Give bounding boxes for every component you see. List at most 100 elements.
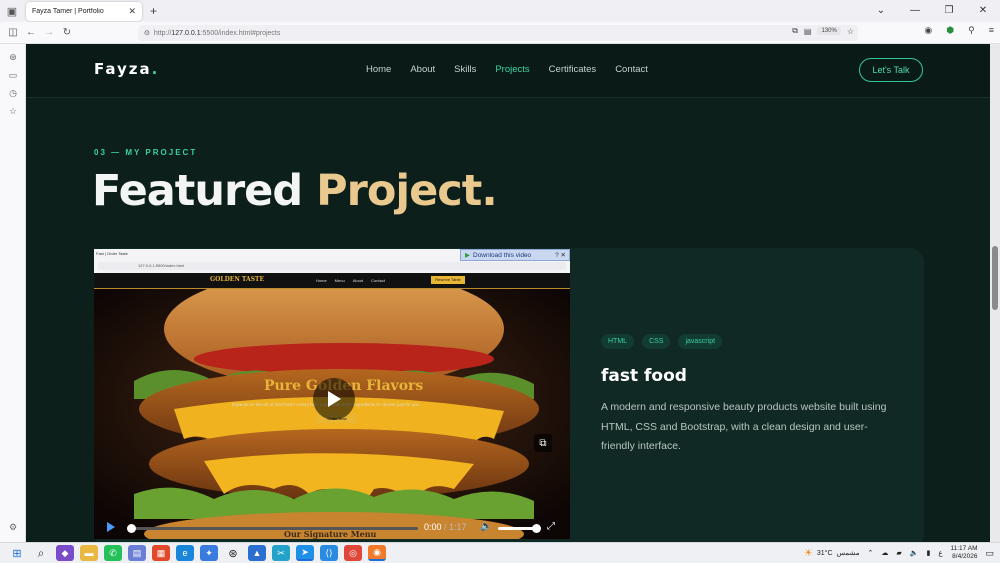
tray-chevron-icon[interactable]: ⌃ — [867, 549, 873, 557]
tab-close-icon[interactable]: ✕ — [128, 6, 136, 17]
picture-in-picture-icon[interactable]: ⧉ — [534, 434, 552, 452]
minimize-icon[interactable]: — — [898, 0, 932, 22]
project-description: A modern and responsive beauty products … — [601, 401, 887, 452]
navigation-toolbar: ◫ ← → ↻ ⊙ http://127.0.0.1:5500/index.ht… — [0, 22, 1000, 44]
page-scrollbar[interactable] — [990, 44, 1000, 542]
site-nav: Home About Skills Projects Certificates … — [366, 64, 648, 75]
video-reserve-button: Reserve Table — [431, 276, 465, 284]
telegram-icon[interactable]: ➤ — [296, 545, 314, 561]
project-title: fast food — [601, 366, 687, 386]
download-video-bar[interactable]: ▶ Download this video ? ✕ — [460, 249, 570, 261]
sidebar-toggle-icon[interactable]: ◫ — [4, 27, 22, 38]
battery-icon[interactable]: ▮ — [926, 549, 930, 557]
language-indicator[interactable]: ع — [938, 549, 942, 557]
pip-icon[interactable]: ⧉ — [792, 26, 798, 36]
onedrive-icon[interactable]: ☁ — [881, 549, 888, 557]
url-scheme: http:// — [153, 29, 172, 37]
site-info-icon[interactable]: ⊙ — [144, 29, 150, 37]
clock[interactable]: 11:17 AM 8/4/2026 — [951, 545, 978, 561]
nav-about[interactable]: About — [410, 64, 435, 75]
new-tab-icon[interactable]: + — [150, 4, 157, 18]
back-icon[interactable]: ← — [22, 27, 40, 38]
seek-knob[interactable] — [127, 524, 136, 533]
bookmarks-icon[interactable]: ☆ — [0, 102, 26, 120]
window-close-icon[interactable]: ✕ — [966, 0, 1000, 22]
sun-icon: ☀ — [803, 547, 813, 559]
video-brand: GOLDEN TASTE — [210, 276, 265, 283]
play-icon — [328, 391, 341, 407]
bookmark-star-icon[interactable]: ☆ — [847, 27, 854, 36]
extensions-puzzle-icon[interactable]: ⚲ — [968, 25, 975, 36]
windows-start-icon[interactable]: ⊞ — [8, 545, 26, 561]
network-icon[interactable]: ▰ — [896, 549, 901, 557]
video-seek-bar[interactable] — [127, 524, 418, 533]
synced-tabs-icon[interactable]: ▭ — [0, 66, 26, 84]
project-video[interactable]: Fast | Order Taste 127.0.0.1:5500/index.… — [94, 249, 570, 539]
tag-css: CSS — [642, 334, 671, 349]
reader-view-icon[interactable]: ▤ — [804, 27, 812, 36]
control-play-icon[interactable] — [106, 521, 116, 533]
tab-list-icon[interactable]: ⌄ — [864, 0, 898, 22]
nav-certificates[interactable]: Certificates — [549, 64, 597, 75]
visual-studio-icon[interactable]: ◆ — [56, 545, 74, 561]
time-separator: / — [441, 522, 450, 532]
video-nav-item: Menu — [334, 278, 345, 283]
edge-icon[interactable]: e — [176, 545, 194, 561]
snipping-icon[interactable]: ✂ — [272, 545, 290, 561]
download-bar-close-icon[interactable]: ? ✕ — [555, 251, 569, 259]
account-icon[interactable]: ◉ — [924, 25, 932, 36]
nav-projects[interactable]: Projects — [495, 64, 529, 75]
extension-icon[interactable]: ⬢ — [946, 25, 954, 36]
sidebar-settings-icon[interactable]: ⚙ — [0, 518, 26, 536]
tag-html: HTML — [601, 334, 635, 349]
browser-tab[interactable]: Fayza Tamer | Portfolio ✕ — [26, 1, 142, 21]
volume-tray-icon[interactable]: 🔈 — [910, 549, 919, 557]
section-heading: Featured Project. — [92, 166, 498, 216]
history-icon[interactable]: ◷ — [0, 84, 26, 102]
file-explorer-icon[interactable]: ▬ — [80, 545, 98, 561]
video-controls: 0:00 / 1:17 🔈 ⤢ — [94, 517, 570, 539]
current-time: 0:00 — [424, 522, 442, 532]
video-nav-item: About — [352, 278, 364, 283]
chatgpt-icon[interactable]: ⊛ — [224, 545, 242, 561]
system-tray: ☀ 31°C مشمس ⌃ ☁ ▰ 🔈 ▮ ع 11:17 AM 8/4/202… — [804, 545, 994, 561]
firefox-icon[interactable]: ◉ — [368, 545, 386, 561]
restore-icon[interactable]: ❐ — [932, 0, 966, 22]
copilot-icon[interactable]: ✦ — [200, 545, 218, 561]
logo-text: Fayza — [94, 60, 152, 78]
notifications-icon[interactable]: ▭ — [985, 548, 994, 559]
store-icon[interactable]: ▦ — [152, 545, 170, 561]
nav-skills[interactable]: Skills — [454, 64, 476, 75]
video-time: 0:00 / 1:17 — [424, 522, 467, 532]
chrome-icon[interactable]: ◎ — [344, 545, 362, 561]
reload-icon[interactable]: ↻ — [58, 27, 76, 38]
notepad-icon[interactable]: ▤ — [128, 545, 146, 561]
fullscreen-icon[interactable]: ⤢ — [547, 521, 555, 532]
forward-icon[interactable]: → — [40, 27, 58, 38]
nav-contact[interactable]: Contact — [615, 64, 648, 75]
ai-chatbot-icon[interactable]: ⊛ — [0, 48, 26, 66]
clock-date: 8/4/2026 — [952, 553, 978, 560]
whatsapp-icon[interactable]: ✆ — [104, 545, 122, 561]
photos-icon[interactable]: ▲ — [248, 545, 266, 561]
weather-widget[interactable]: ☀ 31°C مشمس — [804, 548, 860, 559]
clock-time: 11:17 AM — [950, 545, 978, 552]
scrollbar-thumb[interactable] — [992, 246, 998, 310]
site-logo[interactable]: Fayza. — [94, 60, 159, 78]
menu-icon[interactable]: ≡ — [989, 25, 994, 36]
lets-talk-button[interactable]: Let's Talk — [859, 58, 923, 82]
volume-slider[interactable] — [498, 524, 541, 533]
logo-dot: . — [151, 60, 160, 78]
vscode-icon[interactable]: ⟨⟩ — [320, 545, 338, 561]
tab-bar: ▣ Fayza Tamer | Portfolio ✕ + ⌄ — ❐ ✕ — [0, 0, 1000, 22]
video-inner-tab: Fast | Order Taste — [96, 251, 128, 256]
heading-main: Featured — [92, 166, 317, 216]
volume-knob[interactable] — [532, 524, 541, 533]
nav-home[interactable]: Home — [366, 64, 391, 75]
search-icon[interactable]: ⌕ — [32, 545, 50, 561]
zoom-level[interactable]: 130% — [817, 27, 841, 35]
tab-overview-icon[interactable]: ▣ — [0, 0, 24, 22]
video-play-overlay-button[interactable] — [313, 378, 355, 420]
volume-icon[interactable]: 🔈 — [480, 521, 492, 532]
url-bar[interactable]: ⊙ http://127.0.0.1:5500/index.html#proje… — [138, 25, 858, 41]
